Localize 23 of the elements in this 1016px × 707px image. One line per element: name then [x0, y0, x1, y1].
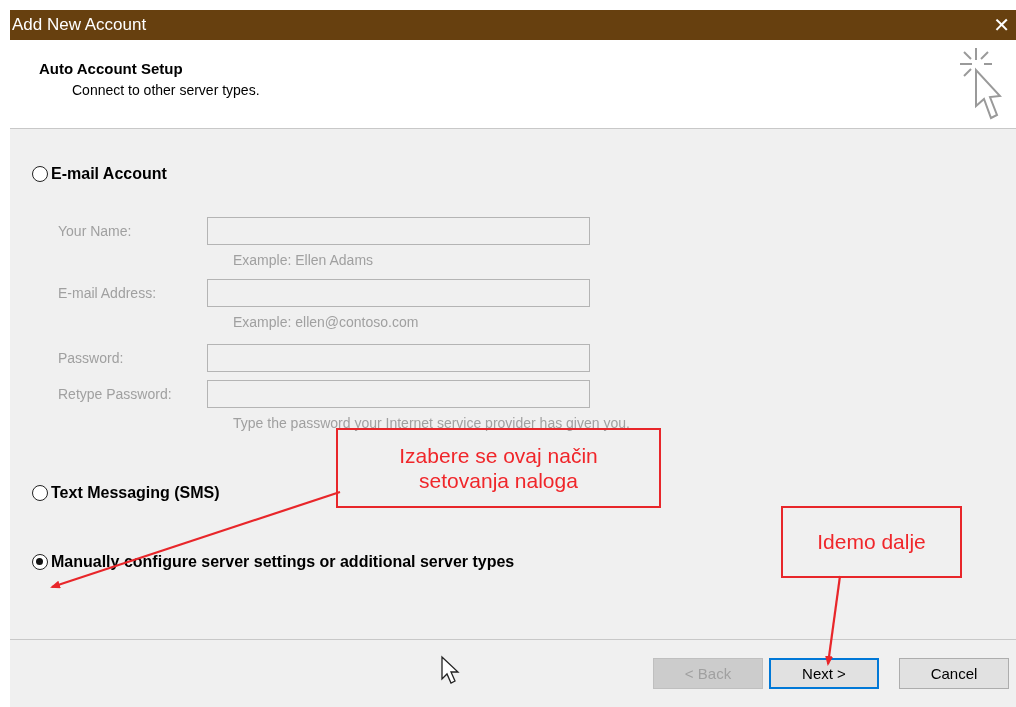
window-title: Add New Account	[12, 15, 147, 35]
close-button[interactable]: ✕	[987, 13, 1016, 37]
callout-text: Idemo dalje	[817, 529, 926, 555]
option-label[interactable]: E-mail Account	[51, 165, 167, 183]
field-label: Retype Password:	[58, 386, 173, 402]
radio-button[interactable]	[32, 166, 48, 182]
field-hint: Example: Ellen Adams	[233, 252, 375, 268]
dialog-button[interactable]: Cancel	[899, 658, 1009, 689]
page-subtitle: Connect to other server types.	[72, 82, 260, 98]
option-label[interactable]: Manually configure server settings or additional server types	[51, 553, 515, 571]
field-label: Password:	[58, 350, 125, 366]
radio-button[interactable]	[32, 485, 48, 501]
dialog-button[interactable]: Next >	[769, 658, 879, 689]
field-label: Your Name:	[58, 223, 133, 239]
callout-text: Izabere se ovaj način setovanja naloga	[399, 442, 598, 494]
field-hint: Type the password your Internet service provider has given you.	[233, 415, 631, 431]
mouse-pointer-icon	[440, 655, 460, 685]
field-label: E-mail Address:	[58, 285, 158, 301]
option-label[interactable]: Text Messaging (SMS)	[51, 484, 220, 502]
page-title: Auto Account Setup	[39, 60, 184, 77]
sparkle-cursor-icon	[958, 46, 1002, 122]
radio-button[interactable]	[32, 554, 48, 570]
field-hint: Example: ellen@contoso.com	[233, 314, 420, 330]
